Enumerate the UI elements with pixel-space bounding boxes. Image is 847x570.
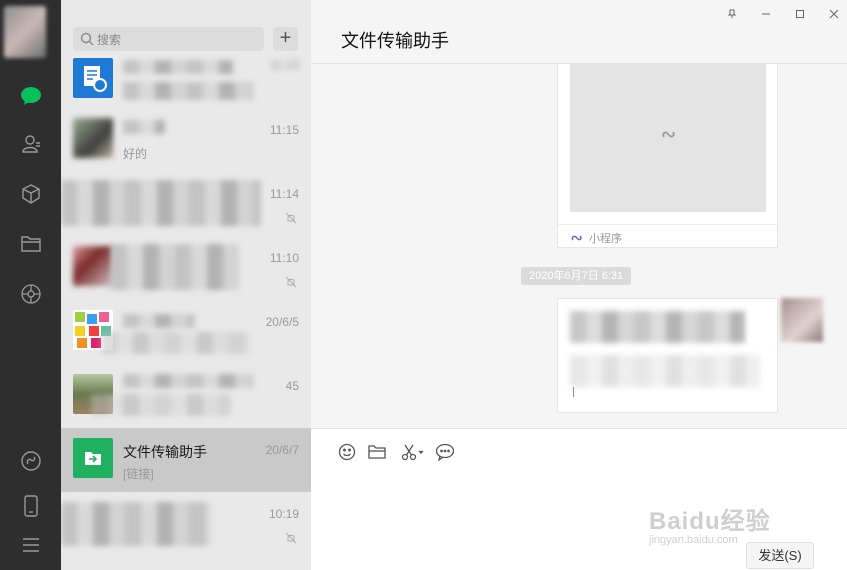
watermark: Baidu经验 [649,508,771,535]
miniprogram-icon [571,235,582,241]
add-button[interactable]: + [273,27,298,51]
list-item[interactable]: 45 [61,364,311,428]
close-icon[interactable] [829,8,839,22]
avatar [73,246,113,286]
watermark-url: jingyan.baidu.com [649,534,738,546]
miniprogram-icon [662,131,675,138]
link-message[interactable] [557,298,778,413]
date-separator: 2020年6月7日 6:31 [521,267,632,285]
emoji-icon[interactable] [336,441,358,463]
avatar[interactable] [4,6,46,58]
cube-icon[interactable] [18,181,44,207]
chat-preview: 好的 [123,147,148,161]
avatar[interactable] [781,298,823,342]
chat-list-panel: 搜索 + 11:15 11:15 好的 11:14 11:10 20/6/5 4… [61,0,311,570]
chat-icon[interactable] [18,83,44,109]
page-title: 文件传输助手 [341,31,449,51]
avatar [73,438,113,478]
mute-icon [285,276,297,288]
chat-time: 11:10 [269,251,299,265]
chat-time: 45 [285,379,299,393]
search-icon [80,32,94,46]
chat-preview: [链接] [123,467,154,481]
phone-icon[interactable] [18,493,44,519]
mute-icon [285,212,297,224]
maximize-icon[interactable] [795,8,805,22]
list-item[interactable]: 20/6/5 [61,300,311,364]
send-button[interactable]: 发送(S) [746,542,814,569]
folder-icon[interactable] [18,231,44,257]
card-thumbnail [570,64,766,212]
list-item[interactable]: 11:15 [61,52,311,116]
miniprogram-icon[interactable] [18,448,44,474]
message-input-area[interactable]: Baidu经验 jingyan.baidu.com 发送(S) [311,428,847,570]
avatar [73,118,113,158]
pin-icon[interactable] [727,8,737,22]
divider [558,224,777,225]
list-item[interactable]: 11:10 [61,236,311,300]
chat-time: 20/6/5 [265,315,299,329]
chat-time: 10:19 [268,507,299,521]
chat-history-icon[interactable] [434,441,456,463]
card-footer-label: 小程序 [589,233,622,245]
menu-icon[interactable] [18,532,44,558]
nav-rail [0,0,61,570]
avatar [73,58,113,98]
chat-name: 文件传输助手 [123,444,207,460]
miniprogram-card[interactable]: 小程序 [557,64,778,248]
contacts-icon[interactable] [18,131,44,157]
list-item[interactable]: 10:19 [61,492,311,556]
list-item[interactable]: 11:14 [61,172,311,236]
chat-time: 11:14 [269,187,299,201]
chat-time: 11:15 [269,58,299,72]
scissors-icon[interactable] [399,441,427,463]
mute-icon [285,532,297,544]
list-item[interactable]: 文件传输助手 20/6/7 [链接] [61,428,311,492]
minimize-icon[interactable] [761,8,771,22]
list-item[interactable]: 11:15 好的 [61,108,311,172]
search-placeholder: 搜索 [97,33,122,47]
chat-time: 11:15 [269,123,299,137]
chat-main: 文件传输助手 小程序 2020年6月7日 6:31 Baidu经验 jingya… [311,0,847,570]
search-input[interactable]: 搜索 [73,27,264,51]
folder-icon[interactable] [366,441,388,463]
chat-time: 20/6/7 [265,443,299,457]
moments-icon[interactable] [18,281,44,307]
